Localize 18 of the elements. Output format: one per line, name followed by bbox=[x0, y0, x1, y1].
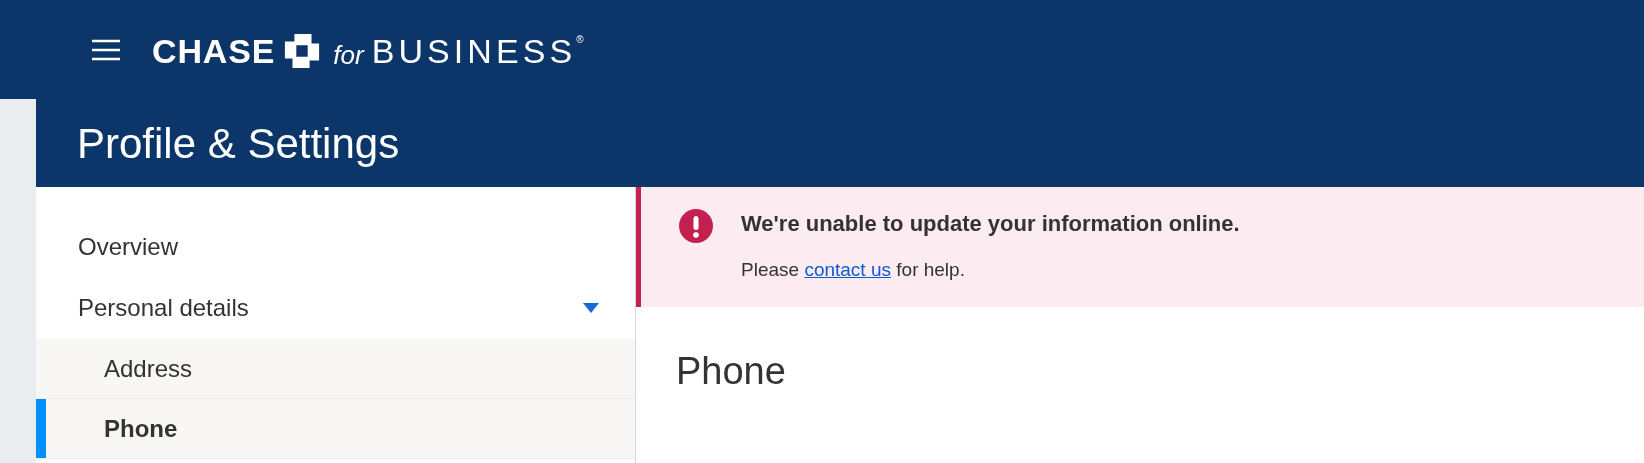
logo-wordmark: CHASE bbox=[152, 33, 276, 68]
sidebar-section[interactable]: Personal details bbox=[36, 277, 635, 339]
alert-message: Please contact us for help. bbox=[741, 258, 966, 282]
selection-indicator bbox=[36, 399, 46, 458]
contact-link[interactable]: contact us bbox=[804, 259, 891, 280]
registered-mark: ® bbox=[576, 32, 584, 47]
sidebar-item[interactable]: Overview bbox=[36, 217, 635, 277]
caret-icon bbox=[583, 303, 599, 313]
logo-for: for bbox=[333, 41, 364, 68]
menu-icon[interactable] bbox=[92, 38, 120, 61]
logo-business: BUSINESS bbox=[371, 33, 577, 68]
alert-title: We're unable to update your information online. bbox=[741, 210, 1240, 238]
page-title: Profile & Settings bbox=[77, 118, 400, 169]
error-icon bbox=[679, 209, 713, 243]
sidebar-item[interactable]: Phone bbox=[36, 399, 635, 459]
section-label: Personal details bbox=[78, 293, 249, 323]
section-heading: Phone bbox=[675, 348, 787, 394]
sidebar-item[interactable]: Address bbox=[36, 339, 635, 399]
